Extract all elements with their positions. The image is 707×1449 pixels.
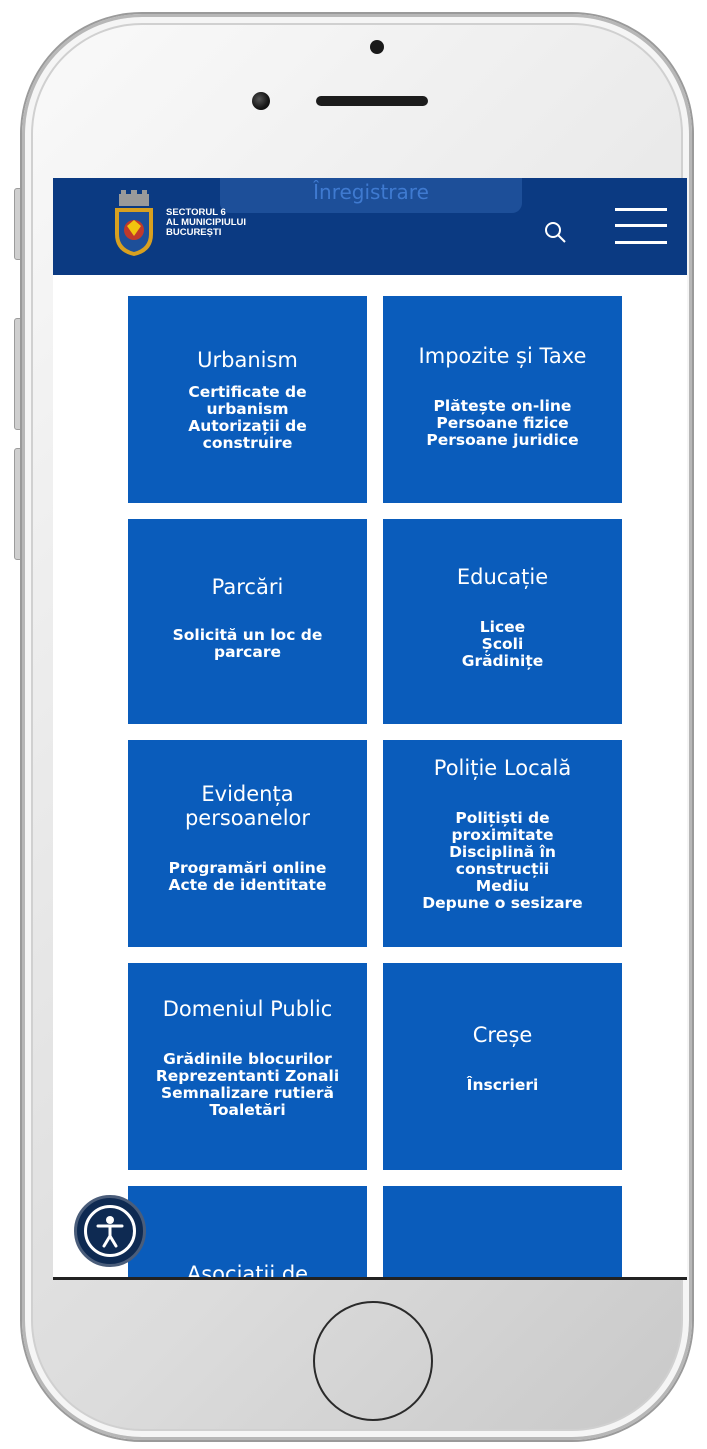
tile-link-semnalizare[interactable]: Semnalizare rutieră bbox=[128, 1085, 367, 1102]
tile-link-persoane-juridice[interactable]: Persoane juridice bbox=[383, 432, 622, 449]
tile-crese[interactable]: Creșe Înscrieri bbox=[383, 963, 622, 1170]
tile-link-scoli[interactable]: Școli bbox=[383, 636, 622, 653]
tile-title: Creșe bbox=[472, 1023, 533, 1047]
phone-screen: Înregistrare SECTORUL 6 AL MUNICIPIULUI … bbox=[53, 178, 687, 1280]
front-camera-icon bbox=[252, 92, 270, 110]
tile-impozite[interactable]: Impozite și Taxe Plătește on-line Persoa… bbox=[383, 296, 622, 503]
home-button[interactable] bbox=[313, 1301, 433, 1421]
tile-link-programari[interactable]: Programări online bbox=[128, 860, 367, 877]
brand-text: SECTORUL 6 AL MUNICIPIULUI BUCUREȘTI bbox=[166, 208, 246, 238]
tile-title: Parcări bbox=[211, 575, 284, 599]
tile-link-mediu[interactable]: Mediu bbox=[383, 878, 622, 895]
tile-title: Poliție Locală bbox=[433, 756, 572, 780]
tile-link-disciplina[interactable]: Disciplină în bbox=[383, 844, 622, 861]
register-tab[interactable]: Înregistrare bbox=[220, 178, 522, 213]
tile-link-plateste[interactable]: Plătește on-line bbox=[383, 398, 622, 415]
tile-educatie[interactable]: Educație Licee Școli Grădinițe bbox=[383, 519, 622, 724]
tile-link-autorizatii[interactable]: Autorizații de bbox=[128, 418, 367, 435]
tile-link-gradinite[interactable]: Grădinițe bbox=[383, 653, 622, 670]
tile-link-autorizatii-2[interactable]: construire bbox=[128, 435, 367, 452]
tile-title: Educație bbox=[456, 565, 549, 589]
accessibility-button[interactable] bbox=[74, 1195, 146, 1267]
tile-title: Urbanism bbox=[197, 348, 298, 372]
tile-link-inscrieri[interactable]: Înscrieri bbox=[383, 1077, 622, 1094]
tile-link-certificate-2[interactable]: urbanism bbox=[128, 401, 367, 418]
tile-domeniul-public[interactable]: Domeniul Public Grădinile blocurilor Rep… bbox=[128, 963, 367, 1170]
crest-logo-icon[interactable] bbox=[113, 190, 155, 256]
tile-link-gradinile[interactable]: Grădinile blocurilor bbox=[128, 1051, 367, 1068]
accessibility-icon bbox=[84, 1205, 136, 1257]
tile-title: Asociații de bbox=[186, 1262, 309, 1280]
front-sensor bbox=[370, 40, 384, 54]
tile-link-politisti-2[interactable]: proximitate bbox=[383, 827, 622, 844]
tile-link-acte[interactable]: Acte de identitate bbox=[128, 877, 367, 894]
tile-link-persoane-fizice[interactable]: Persoane fizice bbox=[383, 415, 622, 432]
tile-link-licee[interactable]: Licee bbox=[383, 619, 622, 636]
tile-link-disciplina-2[interactable]: construcții bbox=[383, 861, 622, 878]
tile-link-certificate[interactable]: Certificate de bbox=[128, 384, 367, 401]
tile-link-toaletari[interactable]: Toaletări bbox=[128, 1102, 367, 1119]
tile-link-solicita[interactable]: Solicită un loc de bbox=[128, 627, 367, 644]
tile-evidenta[interactable]: Evidența persoanelor Programări online A… bbox=[128, 740, 367, 947]
tile-politie[interactable]: Poliție Locală Polițiști de proximitate … bbox=[383, 740, 622, 947]
tile-title: Domeniul Public bbox=[162, 997, 333, 1021]
tile-link-politisti[interactable]: Polițiști de bbox=[383, 810, 622, 827]
tile-title: Impozite și Taxe bbox=[418, 344, 587, 368]
site-header: Înregistrare SECTORUL 6 AL MUNICIPIULUI … bbox=[53, 178, 687, 275]
tile-title: Evidența persoanelor bbox=[184, 782, 311, 830]
tile-urbanism[interactable]: Urbanism Certificate de urbanism Autoriz… bbox=[128, 296, 367, 503]
tile-next[interactable] bbox=[383, 1186, 622, 1277]
hamburger-menu-icon[interactable] bbox=[615, 208, 667, 244]
tile-link-sesizare[interactable]: Depune o sesizare bbox=[383, 895, 622, 912]
tile-link-reprezentanti[interactable]: Reprezentanti Zonali bbox=[128, 1068, 367, 1085]
brand-line-3: BUCUREȘTI bbox=[166, 227, 222, 238]
tile-asociatii[interactable]: Asociații de bbox=[128, 1186, 367, 1280]
search-icon[interactable] bbox=[543, 220, 567, 244]
tile-link-solicita-2[interactable]: parcare bbox=[128, 644, 367, 661]
tile-parcari[interactable]: Parcări Solicită un loc de parcare bbox=[128, 519, 367, 724]
earpiece-speaker bbox=[316, 96, 428, 106]
